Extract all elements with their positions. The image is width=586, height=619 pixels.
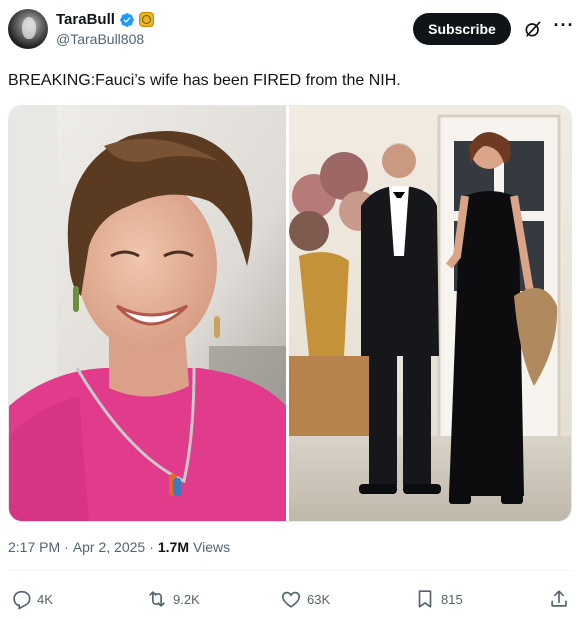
- tweet-text: BREAKING:Fauci’s wife has been FIRED fro…: [8, 72, 401, 89]
- reply-count: 4K: [37, 591, 53, 607]
- meta-separator: ·: [149, 539, 154, 555]
- verified-badge-icon: [120, 12, 134, 27]
- media-photo-portrait[interactable]: [9, 106, 286, 522]
- divider: [8, 570, 572, 571]
- grok-icon[interactable]: [523, 19, 543, 39]
- heart-icon: [281, 591, 301, 608]
- gold-badge-icon: [138, 12, 154, 27]
- like-button[interactable]: 63K: [280, 583, 330, 615]
- bookmark-count: 815: [441, 591, 463, 607]
- reply-icon: [13, 591, 31, 610]
- author-handle[interactable]: @TaraBull808: [56, 31, 144, 47]
- more-options-icon[interactable]: ···: [552, 16, 576, 40]
- repost-icon: [149, 591, 165, 607]
- author-name-row: TaraBull: [56, 11, 154, 28]
- tweet-media[interactable]: [8, 105, 572, 522]
- subscribe-button[interactable]: Subscribe: [413, 13, 511, 45]
- bookmark-icon: [418, 590, 432, 608]
- views-count: 1.7M: [157, 539, 189, 555]
- tweet-metadata: 2:17 PM · Apr 2, 2025 · 1.7M Views: [8, 539, 230, 555]
- media-photo-couple[interactable]: [289, 106, 572, 522]
- like-count: 63K: [307, 591, 331, 607]
- views-label: Views: [193, 539, 231, 555]
- display-name[interactable]: TaraBull: [56, 11, 115, 28]
- reply-button[interactable]: 4K: [10, 583, 53, 615]
- tweet-header: TaraBull @TaraBull808 Subscribe ···: [0, 0, 586, 64]
- share-icon: [551, 590, 567, 607]
- tweet-date[interactable]: Apr 2, 2025: [73, 539, 145, 555]
- share-button[interactable]: [548, 583, 570, 615]
- bookmark-button[interactable]: 815: [414, 583, 463, 615]
- action-bar: 4K 9.2K 63K 815: [0, 583, 586, 615]
- meta-separator: ·: [64, 539, 69, 555]
- repost-button[interactable]: 9.2K: [146, 583, 200, 615]
- profile-avatar[interactable]: [8, 9, 48, 49]
- repost-count: 9.2K: [173, 591, 200, 607]
- tweet-time[interactable]: 2:17 PM: [8, 539, 60, 555]
